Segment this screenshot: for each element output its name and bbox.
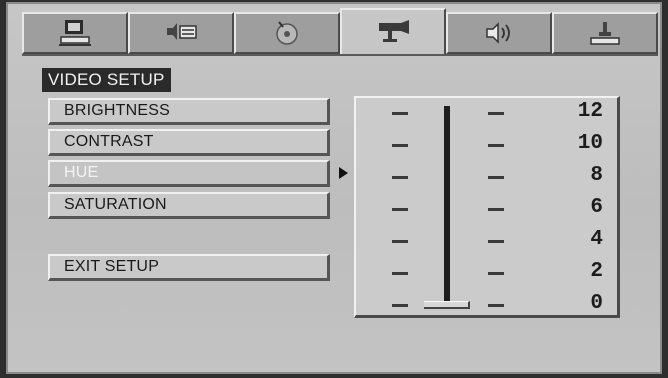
scale-label: 0 [590,292,603,315]
exit-setup-button[interactable]: EXIT SETUP [48,254,330,281]
tab-dolby[interactable] [234,12,340,54]
scale-tick-right [488,112,504,115]
speaker-volume-icon [481,18,517,48]
scale-tick-right [488,208,504,211]
tab-general[interactable] [22,12,128,54]
disc-icon [269,18,305,48]
tab-video[interactable] [340,8,446,56]
speaker-icon [163,18,199,48]
scale-tick-right [488,272,504,275]
scale-tick-right [488,240,504,243]
scale-tick-left [392,240,408,243]
menu-item-saturation[interactable]: SATURATION [48,192,330,219]
scale-label: 2 [590,260,603,283]
scale-tick-left [392,144,408,147]
tab-audio[interactable] [128,12,234,54]
menu-item-brightness[interactable]: BRIGHTNESS [48,98,330,125]
scale-tick-right [488,176,504,179]
setup-tab-bar [22,8,658,56]
tab-preference[interactable] [552,12,658,54]
pointer-arrow-icon [339,167,348,179]
camera-icon [373,17,413,49]
hue-slider-panel[interactable]: 12 10 8 6 4 2 0 [354,96,620,318]
scale-label: 4 [590,228,603,251]
scale-tick-left [392,176,408,179]
scale-tick-right [488,304,504,307]
scale-tick-left [392,272,408,275]
tab-divider [22,54,658,56]
scale-label: 12 [577,100,603,123]
slider-thumb[interactable] [424,301,470,309]
scale-label: 10 [577,132,603,155]
scale-tick-left [392,304,408,307]
monitor-icon [57,18,93,48]
page-title: VIDEO SETUP [42,68,171,92]
preference-icon [587,18,623,48]
scale-label: 6 [590,196,603,219]
scale-tick-right [488,144,504,147]
menu-item-hue[interactable]: HUE [48,160,330,187]
scale-tick-left [392,112,408,115]
menu-item-contrast[interactable]: CONTRAST [48,129,330,156]
scale-tick-left [392,208,408,211]
scale-label: 8 [590,164,603,187]
tab-speaker-setup[interactable] [446,12,552,54]
slider-track[interactable] [444,106,450,308]
